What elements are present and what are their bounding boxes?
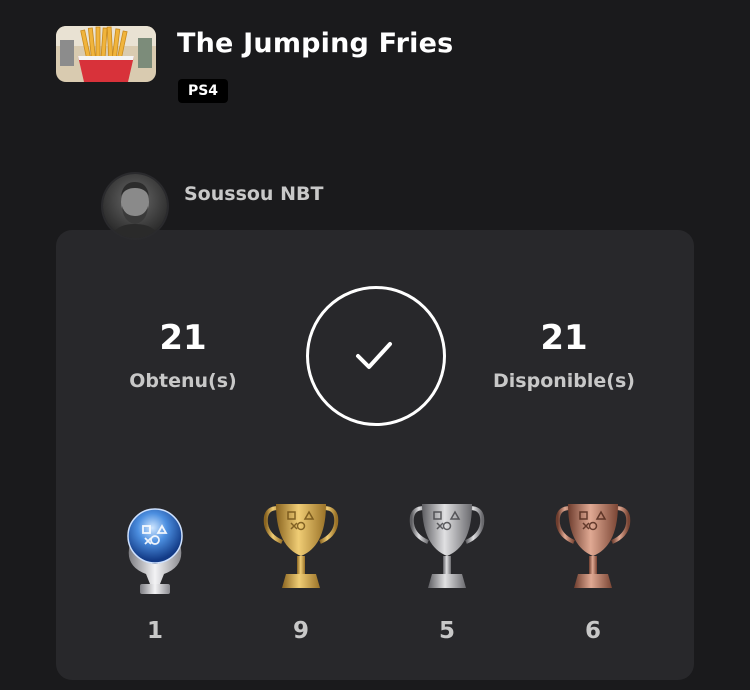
checkmark-icon [356, 342, 392, 369]
platinum-count: 1 [146, 618, 163, 644]
available-count: 21 [540, 318, 588, 358]
completion-indicator [306, 286, 446, 426]
platform-badge: PS4 [178, 79, 228, 103]
game-thumbnail[interactable] [56, 26, 156, 82]
platinum-trophy-icon [110, 500, 200, 600]
trophy-summary-card: 21 Obtenu(s) 21 Disponible(s) 1 9 5 6 [56, 230, 694, 680]
earned-stat: 21 Obtenu(s) [83, 318, 283, 392]
bronze-count: 6 [584, 618, 601, 644]
avatar[interactable] [103, 174, 167, 238]
game-title: The Jumping Fries [177, 28, 454, 59]
username[interactable]: Soussou NBT [184, 183, 323, 205]
gold-count: 9 [292, 618, 309, 644]
bronze-trophy-icon [548, 500, 638, 600]
gold-trophy-icon [256, 500, 346, 600]
silver-count: 5 [438, 618, 455, 644]
silver-trophy-icon [402, 500, 492, 600]
earned-label: Obtenu(s) [129, 370, 237, 392]
earned-count: 21 [159, 318, 207, 358]
available-stat: 21 Disponible(s) [464, 318, 664, 392]
available-label: Disponible(s) [493, 370, 635, 392]
